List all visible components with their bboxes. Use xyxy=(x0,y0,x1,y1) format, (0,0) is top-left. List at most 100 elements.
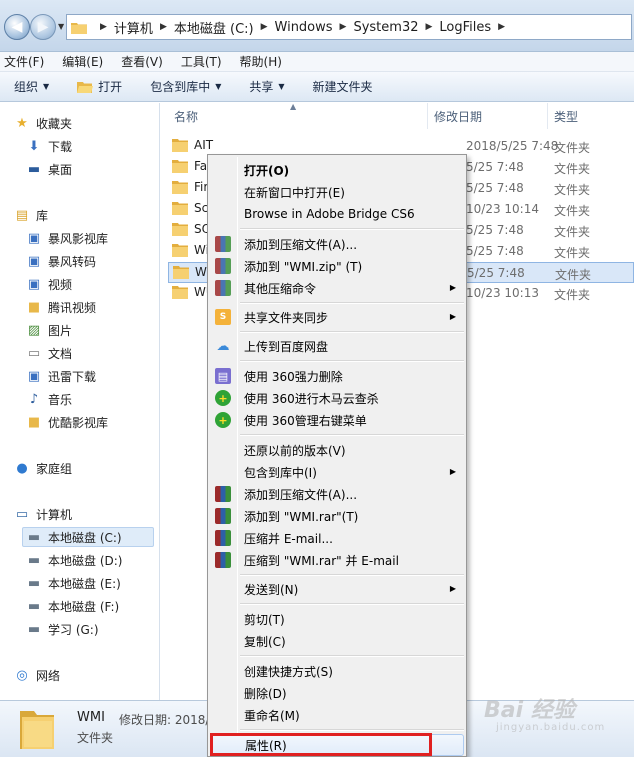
nav-lib-baofeng[interactable]: ▣ 暴风影视库 xyxy=(26,228,108,248)
nav-lib-pictures[interactable]: ▨ 图片 xyxy=(26,320,72,340)
nav-lib-documents[interactable]: ▭ 文档 xyxy=(26,343,72,363)
nav-lib-music[interactable]: ♪ 音乐 xyxy=(26,389,72,409)
chevron-down-icon: ▼ xyxy=(43,82,50,91)
menu-item-other-compress[interactable]: 其他压缩命令 ▶ xyxy=(210,277,464,299)
column-header-name[interactable]: 名称 xyxy=(168,103,428,129)
nav-drive-d[interactable]: ▬ 本地磁盘 (D:) xyxy=(26,550,123,570)
menu-item-360-force-delete[interactable]: ▤ 使用 360强力删除 xyxy=(210,365,464,387)
menu-item-include-library[interactable]: 包含到库中(I) ▶ xyxy=(210,461,464,483)
menu-item-rename[interactable]: 重命名(M) xyxy=(210,704,464,726)
menu-item-adobe-bridge[interactable]: Browse in Adobe Bridge CS6 xyxy=(210,203,464,225)
menu-item-360-manage-menu[interactable]: + 使用 360管理右键菜单 xyxy=(210,409,464,431)
share-label: 共享 xyxy=(249,80,274,94)
nav-lib-youku[interactable]: ■ 优酷影视库 xyxy=(26,412,108,432)
menu-item-restore-versions[interactable]: 还原以前的版本(V) xyxy=(210,439,464,461)
breadcrumb-windows[interactable]: Windows xyxy=(275,20,333,35)
computer-icon: ▭ xyxy=(15,506,29,522)
menu-item-create-shortcut[interactable]: 创建快捷方式(S) xyxy=(210,660,464,682)
menu-item-copy[interactable]: 复制(C) xyxy=(210,630,464,652)
nav-desktop[interactable]: ▬ 桌面 xyxy=(26,159,72,179)
menu-item-cut[interactable]: 剪切(T) xyxy=(210,608,464,630)
shredder-icon: ▤ xyxy=(215,368,231,384)
organize-button[interactable]: 组织 ▼ xyxy=(14,78,49,95)
menu-item-label: 添加到 "WMI.zip" (T) xyxy=(244,259,363,274)
nav-computer[interactable]: ▭ 计算机 xyxy=(14,504,72,524)
chevron-right-icon[interactable]: ▶ xyxy=(100,22,107,32)
nav-drive-e[interactable]: ▬ 本地磁盘 (E:) xyxy=(26,573,121,593)
column-header-modified[interactable]: 修改日期 xyxy=(428,103,548,129)
file-type: 文件夹 xyxy=(555,268,592,282)
menu-item-compress-email[interactable]: 压缩并 E-mail... xyxy=(210,527,464,549)
archive-icon xyxy=(215,258,231,274)
nav-lib-videos[interactable]: ▣ 视频 xyxy=(26,274,72,294)
nav-lib-tencent[interactable]: ■ 腾讯视频 xyxy=(26,297,96,317)
chevron-right-icon[interactable]: ▶ xyxy=(426,22,433,32)
menu-item-properties[interactable]: 属性(R) xyxy=(210,734,464,756)
menu-tools[interactable]: 工具(T) xyxy=(181,53,222,70)
sync-icon: S xyxy=(215,309,231,325)
breadcrumb-logfiles[interactable]: LogFiles xyxy=(439,20,491,35)
nav-network[interactable]: ◎ 网络 xyxy=(14,665,60,685)
nav-label: 本地磁盘 (D:) xyxy=(48,553,123,568)
menu-help[interactable]: 帮助(H) xyxy=(240,53,282,70)
menu-item-add-zip[interactable]: 添加到 "WMI.zip" (T) xyxy=(210,255,464,277)
include-library-button[interactable]: 包含到库中 ▼ xyxy=(150,78,221,95)
nav-lib-thunder[interactable]: ▣ 迅雷下载 xyxy=(26,366,96,386)
winrar-icon xyxy=(215,486,231,502)
menu-item-baidu-upload[interactable]: ☁ 上传到百度网盘 xyxy=(210,335,464,357)
menu-item-add-archive-rar[interactable]: 添加到压缩文件(A)... xyxy=(210,483,464,505)
nav-favorites[interactable]: ★ 收藏夹 xyxy=(14,113,72,133)
menu-item-open[interactable]: 打开(O) xyxy=(210,159,464,181)
file-name-cell: Wi xyxy=(172,243,209,257)
folder-icon xyxy=(172,223,188,236)
nav-downloads[interactable]: ⬇ 下载 xyxy=(26,136,72,156)
nav-libraries[interactable]: ▤ 库 xyxy=(14,205,48,225)
breadcrumb-drive-c[interactable]: 本地磁盘 (C:) xyxy=(174,18,254,37)
nav-label: 计算机 xyxy=(36,507,73,522)
address-box[interactable]: ▶ 计算机 ▶ 本地磁盘 (C:) ▶ Windows ▶ System32 ▶… xyxy=(66,14,632,40)
folder-icon: ■ xyxy=(27,299,41,315)
menu-separator xyxy=(240,228,464,230)
back-button[interactable]: ◀ xyxy=(4,14,30,40)
menu-item-label: 使用 360管理右键菜单 xyxy=(244,413,367,428)
include-library-label: 包含到库中 xyxy=(150,80,211,94)
menu-item-add-archive-zip[interactable]: 添加到压缩文件(A)... xyxy=(210,233,464,255)
chevron-right-icon[interactable]: ▶ xyxy=(498,22,505,32)
menu-item-send-to[interactable]: 发送到(N) ▶ xyxy=(210,578,464,600)
nav-drive-c[interactable]: ▬ 本地磁盘 (C:) xyxy=(22,527,154,547)
chevron-right-icon[interactable]: ▶ xyxy=(340,22,347,32)
forward-button[interactable]: ▶ xyxy=(30,14,56,40)
details-modified: 修改日期: 2018/ xyxy=(119,713,210,727)
menu-item-open-new-window[interactable]: 在新窗口中打开(E) xyxy=(210,181,464,203)
file-name: AIT xyxy=(194,138,214,152)
menu-item-share-sync[interactable]: S 共享文件夹同步 ▶ xyxy=(210,306,464,328)
menu-separator xyxy=(240,434,464,436)
menu-view[interactable]: 查看(V) xyxy=(121,53,163,70)
menu-item-label: Browse in Adobe Bridge CS6 xyxy=(244,207,415,221)
nav-drive-f[interactable]: ▬ 本地磁盘 (F:) xyxy=(26,596,119,616)
download-folder-icon: ⬇ xyxy=(28,138,40,154)
chevron-right-icon[interactable]: ▶ xyxy=(160,22,167,32)
new-folder-button[interactable]: 新建文件夹 xyxy=(313,78,373,95)
menu-item-compress-rar-email[interactable]: 压缩到 "WMI.rar" 并 E-mail xyxy=(210,549,464,571)
nav-lib-transcode[interactable]: ▣ 暴风转码 xyxy=(26,251,96,271)
menu-item-360-trojan-scan[interactable]: + 使用 360进行木马云查杀 xyxy=(210,387,464,409)
nav-drive-g[interactable]: ▬ 学习 (G:) xyxy=(26,619,99,639)
history-dropdown-icon[interactable]: ▼ xyxy=(58,22,64,31)
menu-item-add-rar[interactable]: 添加到 "WMI.rar"(T) xyxy=(210,505,464,527)
share-button[interactable]: 共享 ▼ xyxy=(249,78,284,95)
drive-icon: ▬ xyxy=(27,552,41,568)
command-toolbar: 组织 ▼ 打开 包含到库中 ▼ 共享 ▼ 新建文件夹 xyxy=(0,72,634,102)
nav-homegroup[interactable]: ● 家庭组 xyxy=(14,458,72,478)
drive-icon: ▬ xyxy=(27,529,41,545)
open-button[interactable]: 打开 xyxy=(77,78,122,95)
breadcrumb-computer[interactable]: 计算机 xyxy=(114,18,153,37)
menu-edit[interactable]: 编辑(E) xyxy=(62,53,103,70)
menu-file[interactable]: 文件(F) xyxy=(4,53,44,70)
drive-icon: ▬ xyxy=(27,621,41,637)
360-security-icon: + xyxy=(215,390,231,406)
chevron-right-icon[interactable]: ▶ xyxy=(261,22,268,32)
menu-item-delete[interactable]: 删除(D) xyxy=(210,682,464,704)
breadcrumb-system32[interactable]: System32 xyxy=(353,20,418,35)
column-header-type[interactable]: 类型 xyxy=(548,103,634,129)
